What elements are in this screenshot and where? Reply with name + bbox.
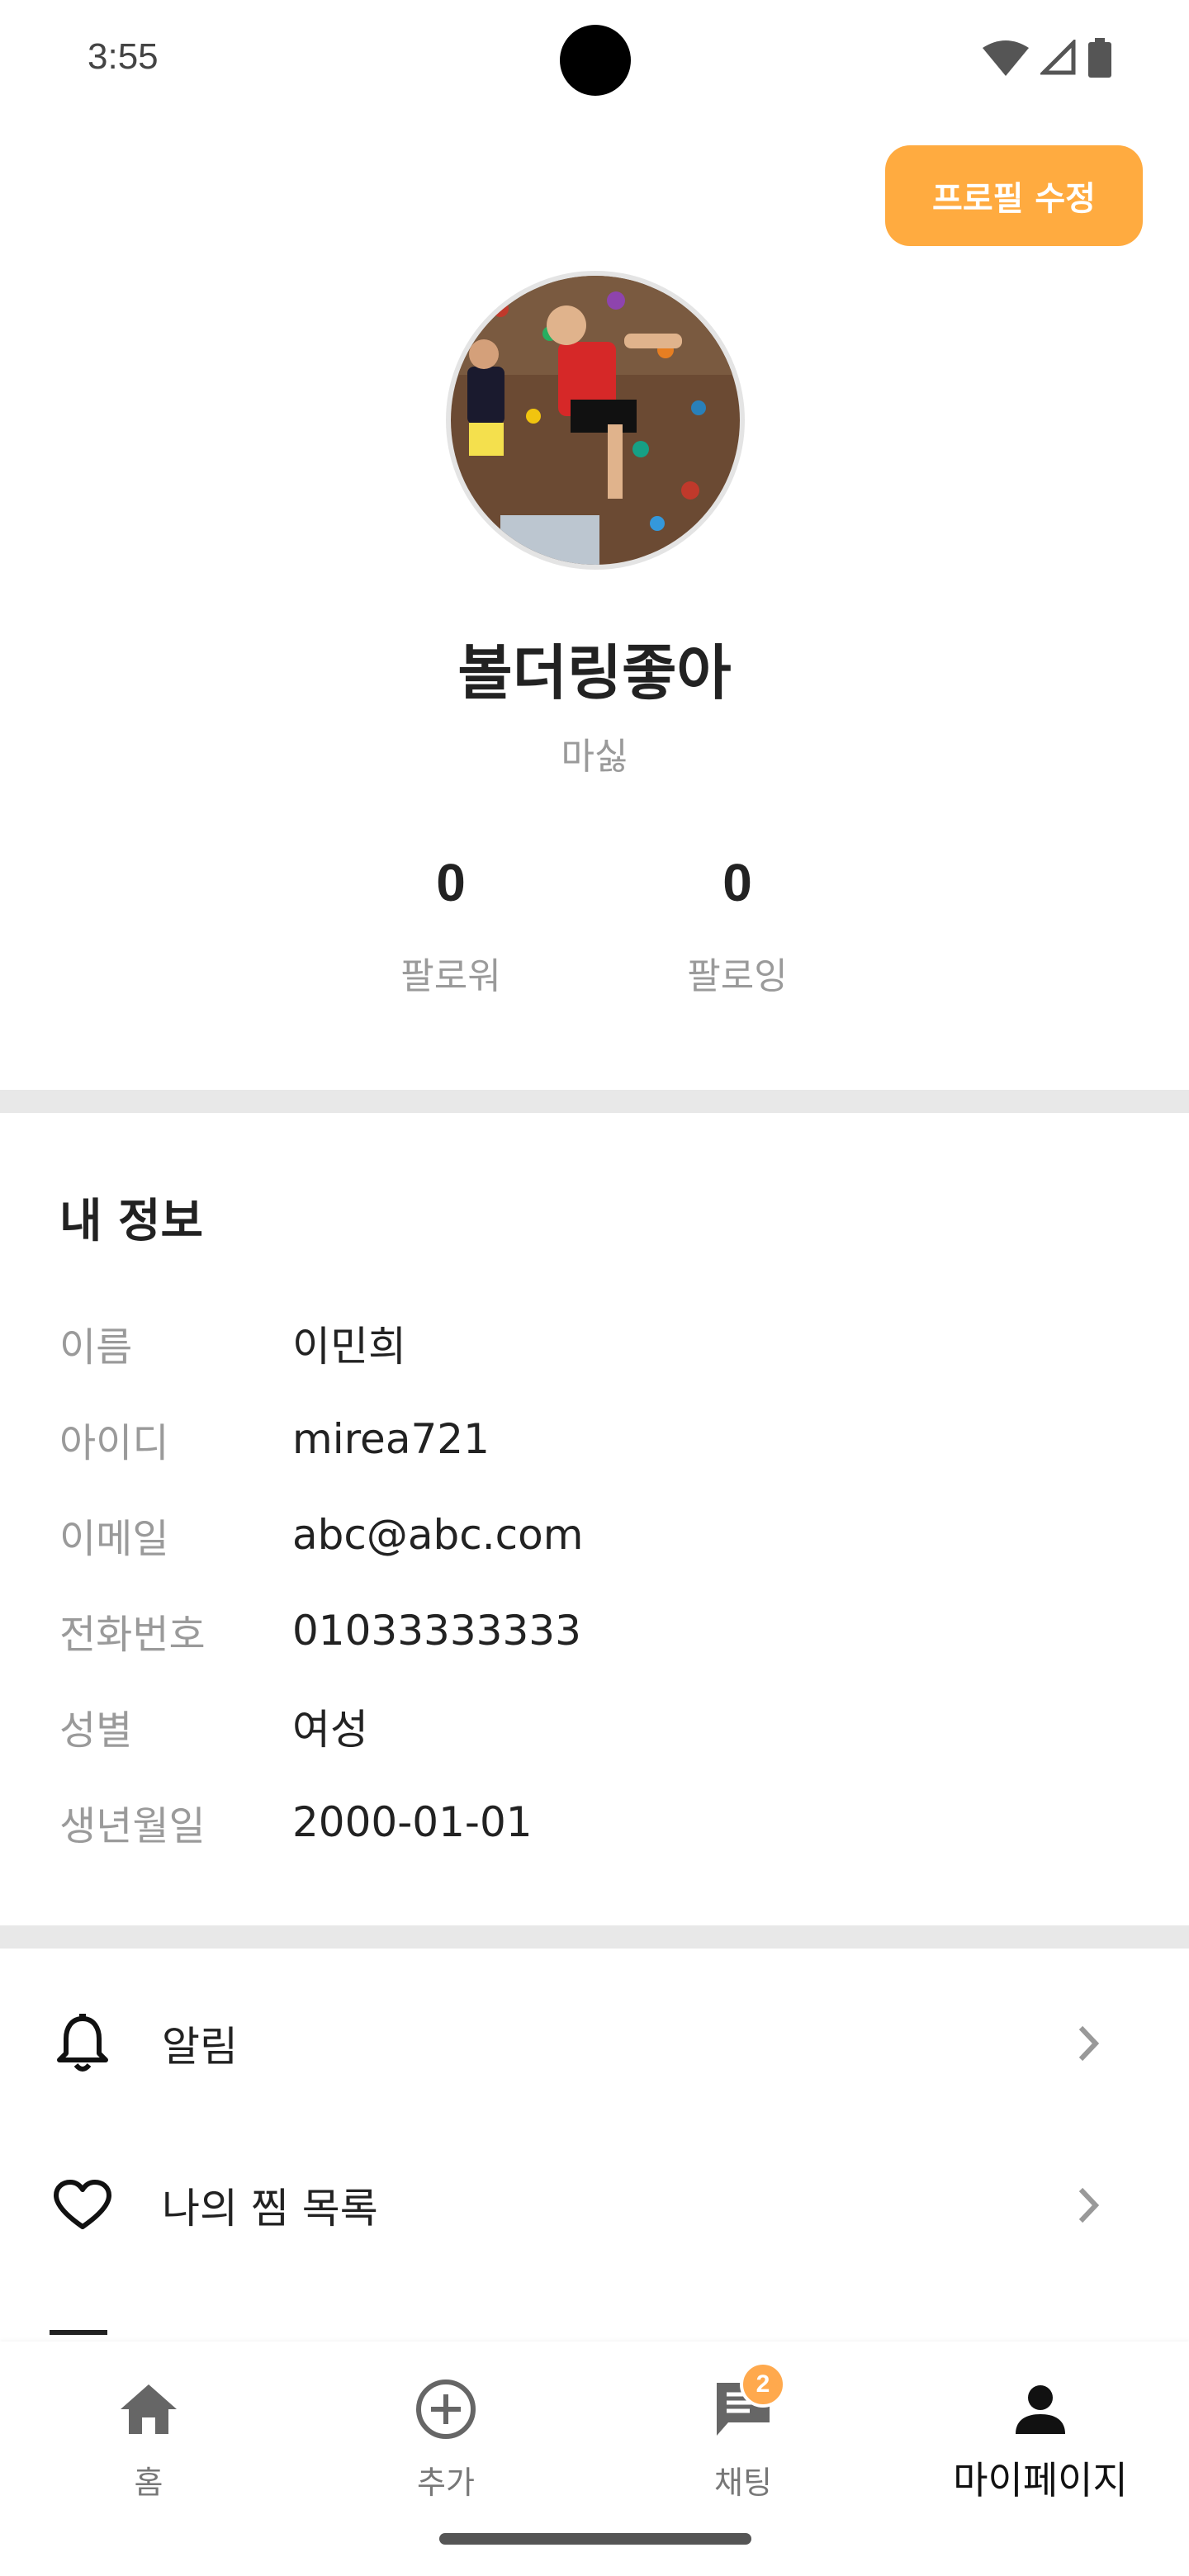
edit-profile-button[interactable]: 프로필 수정 [885, 145, 1143, 246]
nav-chat[interactable]: 2 채팅 [594, 2360, 892, 2517]
avatar[interactable] [446, 271, 745, 570]
info-row-name: 이름 이민희 [59, 1314, 406, 1372]
home-icon [116, 2376, 182, 2442]
info-value: abc@abc.com [292, 1511, 584, 1559]
info-row-phone: 전화번호 01033333333 [59, 1602, 581, 1660]
bottom-navigation: 홈 추가 2 채팅 마이페이지 [0, 2342, 1189, 2576]
nav-home[interactable]: 홈 [0, 2360, 297, 2517]
nav-mypage[interactable]: 마이페이지 [892, 2360, 1189, 2517]
bell-icon [50, 2010, 116, 2076]
info-label: 전화번호 [59, 1612, 206, 1658]
chevron-right-icon [1072, 2181, 1105, 2230]
chat-unread-badge: 2 [740, 2361, 786, 2408]
profile-subtitle: 마싫 [561, 736, 628, 778]
chevron-right-icon [1072, 2019, 1105, 2068]
my-info-title: 내 정보 [59, 1195, 204, 1248]
info-value: 01033333333 [292, 1607, 581, 1655]
followers-count: 0 [436, 853, 466, 912]
info-value: 여성 [292, 1706, 368, 1754]
profile-nickname: 볼더링좋아 [457, 638, 732, 708]
nav-label: 채팅 [714, 2465, 772, 2501]
person-icon [1007, 2376, 1073, 2442]
signal-icon [1038, 37, 1077, 79]
avatar-photo [451, 276, 740, 565]
status-time: 3:55 [88, 36, 159, 77]
following-label: 팔로잉 [687, 955, 788, 997]
nav-add[interactable]: 추가 [297, 2360, 594, 2517]
info-row-gender: 성별 여성 [59, 1698, 368, 1755]
status-bar: 3:55 [0, 0, 1189, 116]
info-label: 이메일 [59, 1516, 169, 1562]
section-divider [0, 1925, 1189, 1949]
followers-stat[interactable]: 0 팔로워 [368, 852, 533, 999]
battery-icon [1088, 38, 1111, 81]
info-value: mirea721 [292, 1415, 490, 1463]
info-row-email: 이메일 abc@abc.com [59, 1506, 583, 1564]
info-row-id: 아이디 mirea721 [59, 1410, 490, 1468]
info-label: 이름 [59, 1324, 133, 1371]
info-value: 2000-01-01 [292, 1798, 533, 1846]
info-label: 성별 [59, 1707, 133, 1754]
following-count: 0 [722, 853, 752, 912]
followers-label: 팔로워 [400, 955, 501, 997]
nav-label: 홈 [134, 2465, 163, 2501]
menu-item-wishlist[interactable]: 나의 찜 목록 [0, 2143, 1189, 2267]
info-row-birthdate: 생년월일 2000-01-01 [59, 1793, 533, 1851]
chat-icon: 2 [710, 2361, 786, 2442]
following-stat[interactable]: 0 팔로잉 [655, 852, 820, 999]
status-icons [983, 37, 1111, 81]
menu-item-notifications[interactable]: 알림 [0, 1982, 1189, 2105]
heart-icon [50, 2172, 116, 2238]
info-label: 아이디 [59, 1420, 169, 1466]
menu-item-label: 알림 [162, 2023, 238, 2071]
menu-item-partial [50, 2330, 107, 2342]
add-circle-icon [413, 2376, 479, 2442]
info-label: 생년월일 [59, 1803, 206, 1849]
camera-cutout [560, 25, 631, 96]
nav-label: 추가 [417, 2465, 475, 2501]
nav-label: 마이페이지 [953, 2458, 1128, 2503]
info-value: 이민희 [292, 1323, 406, 1371]
wifi-icon [983, 40, 1029, 79]
section-divider [0, 1090, 1189, 1113]
menu-item-label: 나의 찜 목록 [162, 2185, 378, 2233]
home-indicator[interactable] [439, 2533, 751, 2545]
